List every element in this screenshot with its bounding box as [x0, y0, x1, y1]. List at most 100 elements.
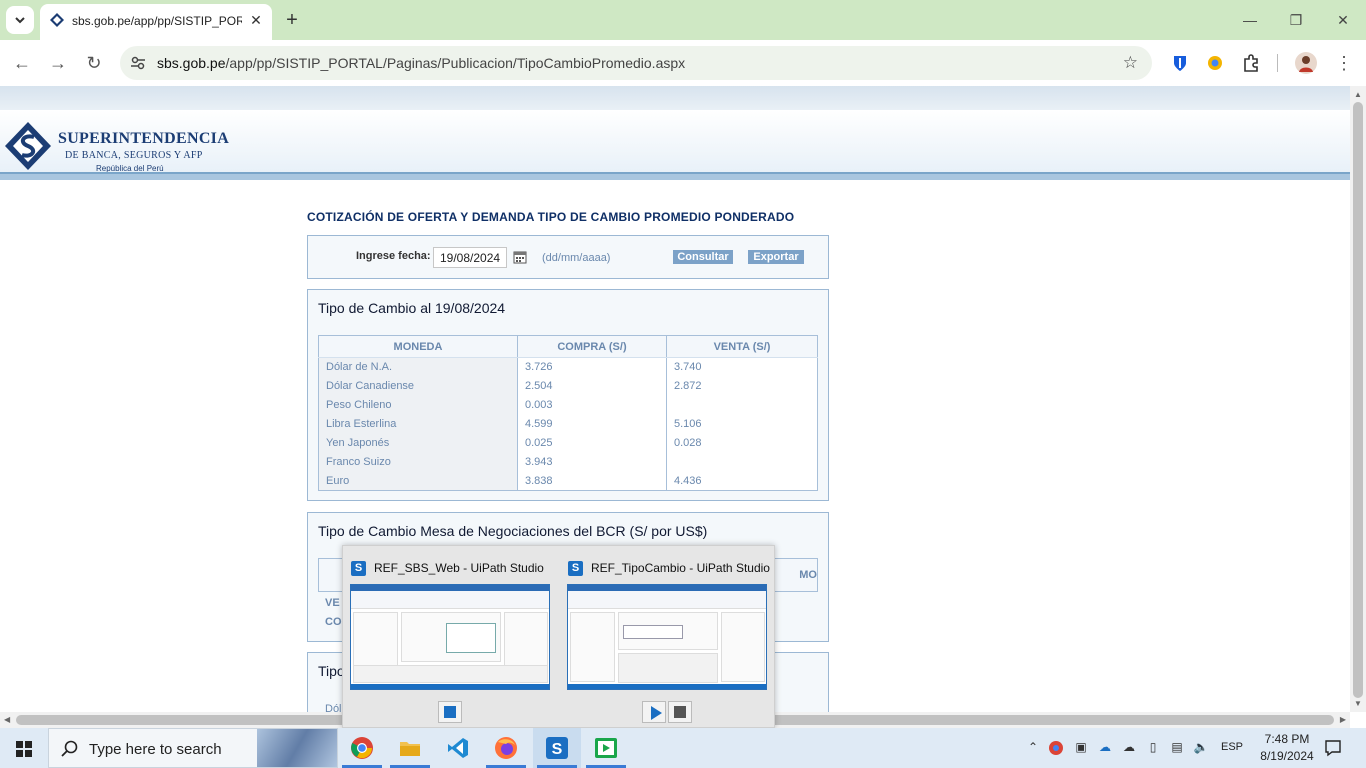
site-info-icon[interactable] [130, 55, 146, 71]
show-hidden-icons-chevron-icon[interactable]: ⌃ [1025, 740, 1041, 756]
venta-cell [666, 395, 818, 415]
currency-cell: Libra Esterlina [318, 414, 518, 434]
currency-cell: Franco Suizo [318, 452, 518, 472]
start-button[interactable] [0, 728, 48, 768]
table-row: Dólar Canadiense 2.504 2.872 [318, 376, 818, 396]
cloud-sync-icon[interactable]: ☁ [1121, 740, 1137, 756]
tab-strip: sbs.gob.pe/app/pp/SISTIP_POR ✕ + — ❐ ✕ [0, 0, 1366, 40]
onedrive-icon[interactable]: ☁ [1097, 740, 1113, 756]
window-preview-image [567, 584, 767, 690]
clock-date: 8/19/2024 [1260, 749, 1314, 763]
compra-cell: 3.943 [517, 452, 667, 472]
bookmark-star-icon[interactable]: ☆ [1123, 53, 1138, 73]
scroll-right-icon[interactable]: ▶ [1340, 715, 1346, 724]
date-filter-panel: Ingrese fecha: 19/08/2024 (dd/mm/aaaa) C… [307, 235, 829, 279]
taskbar-search-box[interactable]: Type here to search [48, 728, 338, 768]
browser-toolbar: ← → ↻ sbs.gob.pe/app/pp/SISTIP_PORTAL/Pa… [0, 40, 1366, 86]
venta-cell: 2.872 [666, 376, 818, 396]
table-row: Euro 3.838 4.436 [318, 471, 818, 491]
chrome-tray-icon[interactable] [1048, 740, 1064, 756]
sbs-logo[interactable]: SUPERINTENDENCIA DE BANCA, SEGUROS Y AFP… [4, 120, 229, 176]
site-header: SUPERINTENDENCIA DE BANCA, SEGUROS Y AFP… [0, 110, 1350, 176]
menu-kebab-icon[interactable]: ⋮ [1333, 52, 1355, 74]
network-icon[interactable]: ▤ [1169, 740, 1185, 756]
reload-icon[interactable]: ↻ [83, 52, 105, 74]
extension-icon[interactable] [1205, 53, 1225, 73]
bitwarden-shield-icon[interactable] [1170, 53, 1190, 73]
currency-cell: Euro [318, 471, 518, 491]
vertical-scroll-thumb[interactable] [1353, 102, 1363, 698]
new-tab-button[interactable]: + [282, 10, 302, 30]
windows-logo-icon [16, 741, 32, 757]
restore-button[interactable]: ❐ [1286, 10, 1306, 30]
volume-icon[interactable]: 🔈 [1193, 740, 1209, 756]
col-venta: VENTA (S/) [666, 335, 818, 358]
forward-icon[interactable]: → [47, 52, 69, 74]
url-domain: sbs.gob.pe [157, 55, 226, 71]
calendar-icon[interactable] [513, 250, 527, 264]
search-placeholder: Type here to search [89, 741, 222, 758]
table-row: Yen Japonés 0.025 0.028 [318, 433, 818, 453]
page-title: COTIZACIÓN DE OFERTA Y DEMANDA TIPO DE C… [307, 210, 795, 224]
currency-cell: Yen Japonés [318, 433, 518, 453]
close-window-button[interactable]: ✕ [1333, 10, 1353, 30]
taskbar-uipath-studio[interactable]: S [533, 728, 581, 768]
consultar-button[interactable]: Consultar [673, 250, 733, 264]
date-input[interactable]: 19/08/2024 [433, 247, 507, 268]
notification-center-icon[interactable] [1324, 739, 1342, 757]
window-preview-sbs-web[interactable]: S REF_SBS_Web - UiPath Studio [343, 552, 553, 723]
stop-button[interactable] [438, 701, 462, 723]
tab-close-icon[interactable]: ✕ [248, 12, 264, 28]
browser-tab[interactable]: sbs.gob.pe/app/pp/SISTIP_POR ✕ [40, 4, 272, 40]
run-button[interactable] [642, 701, 666, 723]
vertical-scrollbar[interactable]: ▲ ▼ [1350, 86, 1366, 712]
profile-avatar-icon[interactable] [1295, 52, 1317, 74]
stop-button[interactable] [668, 701, 692, 723]
window-preview-image [350, 584, 550, 690]
tab-search-dropdown[interactable] [6, 6, 34, 34]
taskbar-thumbnail-popup: S REF_SBS_Web - UiPath Studio S REF_Tipo… [342, 545, 775, 728]
compra-cell: 4.599 [517, 414, 667, 434]
venta-cell: 4.436 [666, 471, 818, 491]
table-row: Libra Esterlina 4.599 5.106 [318, 414, 818, 434]
col-compra: COMPRA (S/) [517, 335, 667, 358]
taskbar-vscode[interactable] [434, 728, 482, 768]
url-path: /app/pp/SISTIP_PORTAL/Paginas/Publicacio… [225, 55, 686, 71]
chrome-icon [351, 737, 373, 759]
table-row: Dólar de N.A. 3.726 3.740 [318, 357, 818, 377]
address-bar[interactable]: sbs.gob.pe/app/pp/SISTIP_PORTAL/Paginas/… [120, 46, 1152, 80]
logo-line-1: SUPERINTENDENCIA [58, 130, 230, 147]
taskbar-file-explorer[interactable] [386, 728, 434, 768]
col-moneda: MONEDA [318, 335, 518, 358]
table-header-row: MONEDA COMPRA (S/) VENTA (S/) [318, 335, 818, 358]
scroll-down-icon[interactable]: ▼ [1354, 699, 1362, 708]
language-indicator[interactable]: ESP [1221, 741, 1243, 753]
firefox-icon [495, 737, 517, 759]
scroll-up-icon[interactable]: ▲ [1354, 90, 1362, 99]
third-panel-row: Dól [325, 703, 342, 712]
taskbar-firefox[interactable] [482, 728, 530, 768]
tab-title: sbs.gob.pe/app/pp/SISTIP_POR [72, 14, 242, 28]
scroll-left-icon[interactable]: ◀ [4, 715, 10, 724]
back-icon[interactable]: ← [11, 52, 33, 74]
meet-now-icon[interactable]: ▣ [1073, 740, 1089, 756]
extensions-puzzle-icon[interactable] [1241, 53, 1261, 73]
windows-taskbar: Type here to search S ⌃ ▣ ☁ ☁ ▯ ▤ 🔈 ESP … [0, 728, 1366, 768]
exchange-rate-table: MONEDA COMPRA (S/) VENTA (S/) Dólar de N… [318, 335, 818, 491]
date-format-hint: (dd/mm/aaaa) [542, 252, 611, 264]
bcr-row-compra: CO [325, 616, 342, 628]
taskbar-chrome[interactable] [338, 728, 386, 768]
exportar-button[interactable]: Exportar [748, 250, 804, 264]
window-preview-tipocambio[interactable]: S REF_TipoCambio - UiPath Studio [560, 552, 770, 723]
third-panel-title: Tipo [318, 663, 345, 679]
compra-cell: 2.504 [517, 376, 667, 396]
clock[interactable]: 7:48 PM 8/19/2024 [1252, 731, 1322, 765]
table-row: Franco Suizo 3.943 [318, 452, 818, 472]
exchange-rate-panel: Tipo de Cambio al 19/08/2024 MONEDA COMP… [307, 289, 829, 501]
uipath-icon: S [568, 561, 583, 576]
taskbar-uipath-assistant[interactable] [582, 728, 630, 768]
chevron-down-icon [15, 17, 25, 24]
minimize-button[interactable]: — [1240, 10, 1260, 30]
battery-icon[interactable]: ▯ [1145, 740, 1161, 756]
sbs-logo-mark-icon [5, 122, 51, 170]
